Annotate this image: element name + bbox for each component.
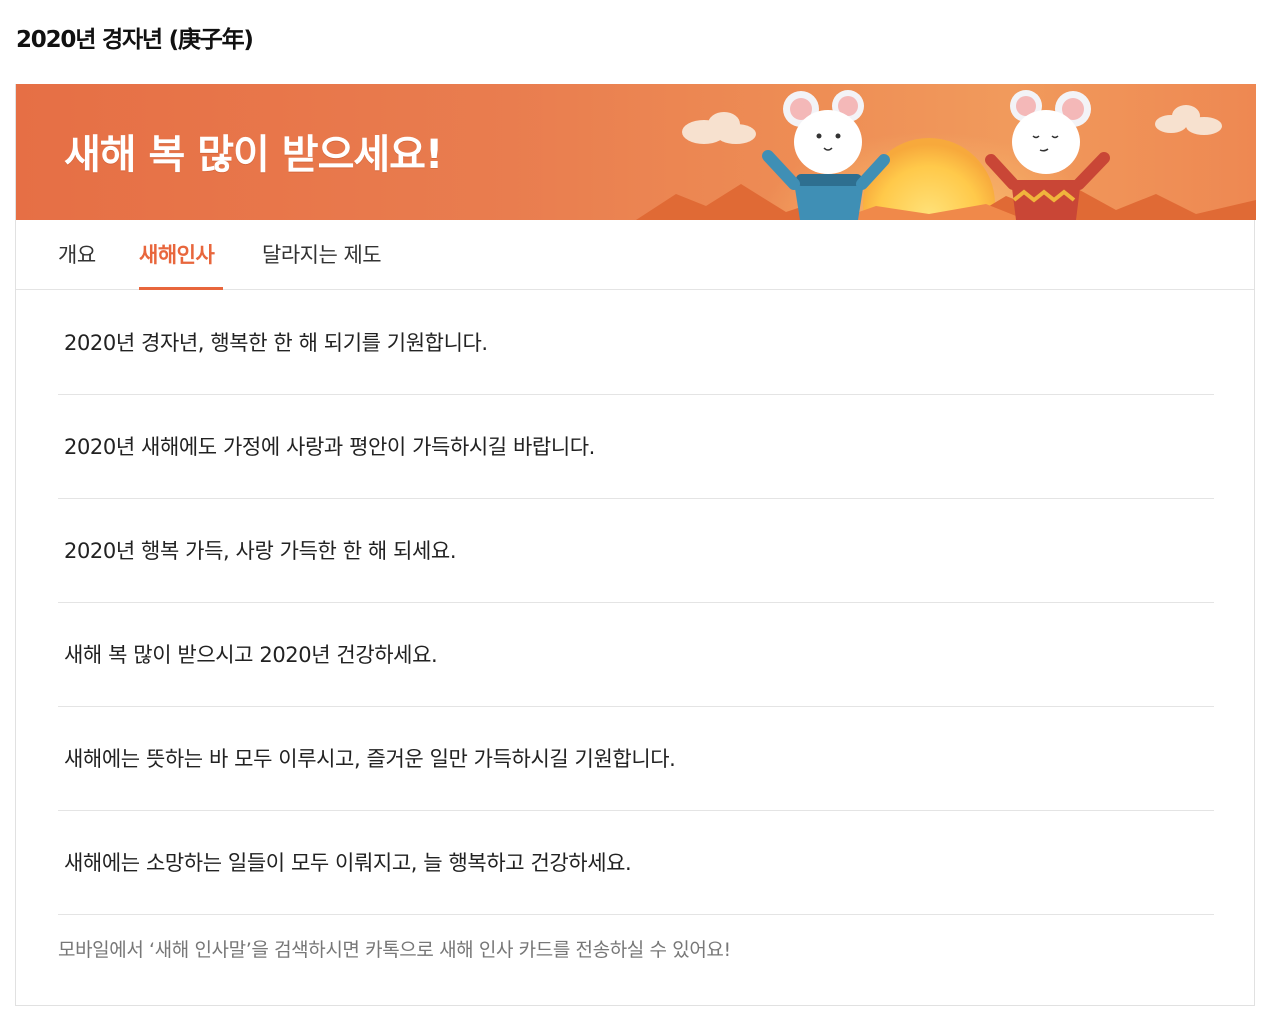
- new-year-mice-illustration: [636, 90, 1256, 220]
- footnote-text: 모바일에서 ‘새해 인사말’을 검색하시면 카톡으로 새해 인사 카드를 전송하…: [58, 939, 731, 961]
- tab-overview[interactable]: 개요: [58, 220, 96, 290]
- greeting-list: 2020년 경자년, 행복한 한 해 되기를 기원합니다. 2020년 새해에도…: [58, 291, 1214, 915]
- page-title: 2020년 경자년 (庚子年): [16, 27, 254, 53]
- new-year-banner: 새해 복 많이 받으세요!: [16, 84, 1256, 220]
- greeting-item[interactable]: 2020년 경자년, 행복한 한 해 되기를 기원합니다.: [58, 291, 1214, 395]
- greeting-item[interactable]: 새해에는 뜻하는 바 모두 이루시고, 즐거운 일만 가득하시길 기원합니다.: [58, 707, 1214, 811]
- greeting-item[interactable]: 새해에는 소망하는 일들이 모두 이뤄지고, 늘 행복하고 건강하세요.: [58, 811, 1214, 915]
- greeting-item[interactable]: 2020년 행복 가득, 사랑 가득한 한 해 되세요.: [58, 499, 1214, 603]
- tab-bar: 개요 새해인사 달라지는 제도: [16, 220, 1254, 290]
- greeting-item[interactable]: 새해 복 많이 받으시고 2020년 건강하세요.: [58, 603, 1214, 707]
- greeting-item[interactable]: 2020년 새해에도 가정에 사랑과 평안이 가득하시길 바랍니다.: [58, 395, 1214, 499]
- banner-title: 새해 복 많이 받으세요!: [64, 132, 443, 178]
- tab-new-year-greetings[interactable]: 새해인사: [139, 220, 223, 290]
- tab-policy-changes[interactable]: 달라지는 제도: [262, 220, 382, 290]
- content-card: 새해 복 많이 받으세요! 개요 새해인사 달라지는 제도 2020년 경자년,…: [15, 84, 1256, 1006]
